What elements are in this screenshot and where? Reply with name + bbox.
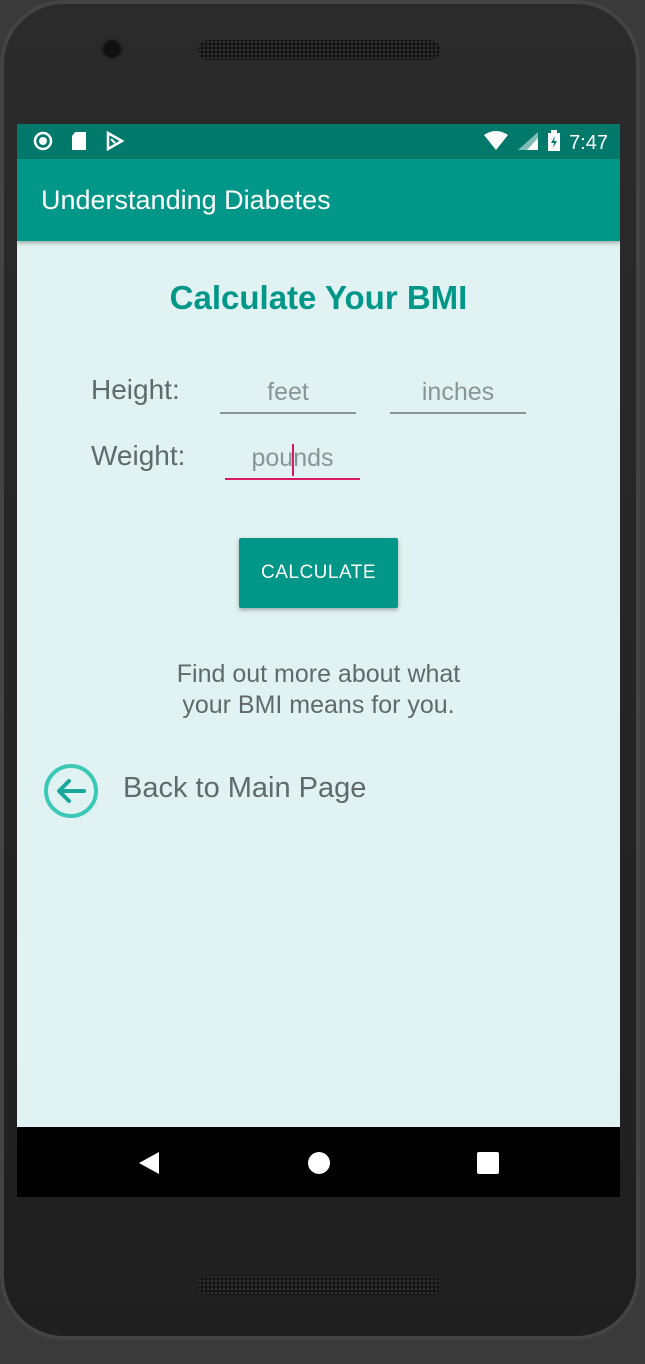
phone-frame: 7:47 Understanding Diabetes Calculate Yo… [0,0,640,1340]
feet-placeholder: feet [267,378,309,406]
signal-icon [517,131,539,156]
circle-notification-icon [33,131,53,151]
screen: 7:47 Understanding Diabetes Calculate Yo… [17,124,620,1197]
inches-input[interactable]: inches [390,372,526,414]
bottom-speaker [198,1275,440,1295]
app-bar: Understanding Diabetes [17,159,620,241]
nav-home-icon[interactable] [307,1151,331,1180]
battery-charging-icon [547,130,561,157]
app-title: Understanding Diabetes [41,185,331,215]
page-title: Calculate Your BMI [169,279,468,316]
pounds-input[interactable]: pounds [225,438,360,480]
status-bar: 7:47 [17,124,620,159]
height-label: Height: [91,374,180,405]
back-to-main-link[interactable]: Back to Main Page [123,772,366,805]
text-cursor [292,444,294,476]
front-camera [103,40,121,58]
inches-placeholder: inches [421,378,495,406]
feet-input[interactable]: feet [220,372,356,414]
wifi-icon [483,131,509,156]
status-time: 7:47 [569,132,608,154]
play-store-icon [105,131,125,151]
nav-back-icon[interactable] [137,1151,161,1180]
weight-label: Weight: [91,440,186,471]
navigation-bar [17,1127,620,1197]
bmi-info-line-1: Find out more about what [176,660,461,688]
calculate-button[interactable]: CALCULATE [239,538,398,608]
back-arrow-icon[interactable] [42,762,100,820]
sd-card-icon [69,131,89,151]
bmi-info-line-2: your BMI means for you. [182,691,455,719]
bmi-info-text[interactable]: Find out more about what your BMI means … [17,659,620,721]
nav-recents-icon[interactable] [477,1152,499,1179]
earpiece-speaker [198,40,440,60]
